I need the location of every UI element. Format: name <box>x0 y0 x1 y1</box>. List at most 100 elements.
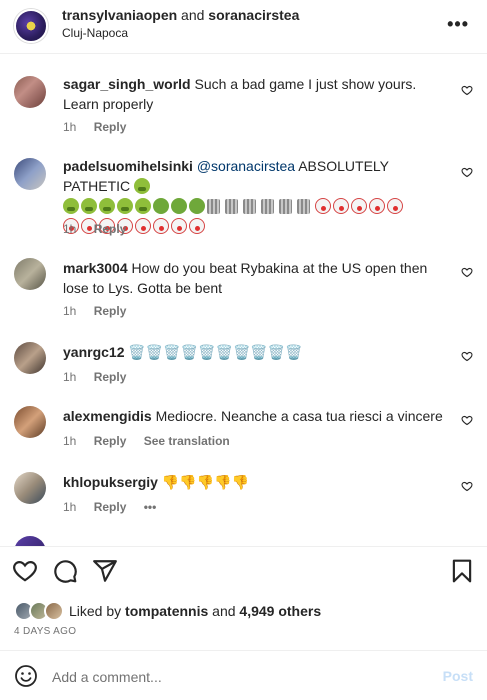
heart-icon[interactable] <box>461 266 473 278</box>
comment-time: 1h <box>63 370 77 384</box>
avatar[interactable] <box>14 406 46 438</box>
bookmark-icon[interactable] <box>449 558 475 584</box>
post-button[interactable]: Post <box>443 668 473 684</box>
avatar[interactable] <box>14 258 46 290</box>
comment-composer: Post <box>0 656 487 696</box>
reply-button[interactable]: Reply <box>94 370 127 384</box>
and-label: and <box>181 7 205 23</box>
wastebasket-icon <box>279 199 292 214</box>
location-link[interactable]: Cluj-Napoca <box>62 26 128 40</box>
comment-body: Mediocre. Neanche a casa tua riesci a vi… <box>155 408 443 424</box>
comment-input[interactable] <box>52 666 412 688</box>
author-username[interactable]: transylvaniaopen <box>62 7 177 23</box>
comment-username[interactable]: mark3004 <box>63 260 128 276</box>
comment-meta: 1h Reply See translation <box>63 434 244 448</box>
comment-body: 🗑️🗑️🗑️🗑️🗑️🗑️🗑️🗑️🗑️🗑️ <box>128 344 303 360</box>
reply-button[interactable]: Reply <box>94 434 127 448</box>
wastebasket-icon <box>207 199 220 214</box>
post-authors: transylvaniaopen and soranacirstea <box>62 7 299 23</box>
reply-button[interactable]: Reply <box>94 120 127 134</box>
comment-text: yanrgc12 🗑️🗑️🗑️🗑️🗑️🗑️🗑️🗑️🗑️🗑️ <box>63 342 443 362</box>
collaborator-username[interactable]: soranacirstea <box>208 7 299 23</box>
reply-button[interactable]: Reply <box>94 222 127 236</box>
comment-username[interactable]: padelsuomihelsinki <box>63 158 193 174</box>
avatar <box>44 601 64 621</box>
likes-summary: Liked by tompatennis and 4,949 others <box>14 600 474 622</box>
share-plane-icon[interactable] <box>92 558 118 584</box>
avatar[interactable] <box>14 158 46 190</box>
comment-bubble-icon[interactable] <box>52 558 78 584</box>
avatar[interactable] <box>14 536 46 546</box>
vomiting-face-icon <box>134 178 151 194</box>
and-label: and <box>212 603 236 619</box>
post-date[interactable]: 4 DAYS AGO <box>14 626 76 637</box>
clown-face-icon <box>189 218 205 234</box>
comment-text: sagar_singh_world Such a bad game I just… <box>63 74 443 114</box>
post-header: transylvaniaopen and soranacirstea Cluj-… <box>0 0 487 54</box>
see-translation-button[interactable]: See translation <box>144 434 230 448</box>
clown-face-icon <box>171 218 187 234</box>
comment-text: mark3004 How do you beat Rybakina at the… <box>63 258 443 298</box>
comment-meta: 1h Reply <box>63 120 140 134</box>
clown-face-icon <box>315 198 331 214</box>
comment-meta: 1h Reply <box>63 222 140 236</box>
more-horizontal-icon[interactable]: ••• <box>447 14 469 35</box>
nauseated-face-icon <box>153 198 169 214</box>
emoji-smile-icon[interactable] <box>14 664 38 688</box>
nauseated-face-icon <box>189 198 205 214</box>
comment-text: alexmengidis Mediocre. Neanche a casa tu… <box>63 406 443 426</box>
nauseated-face-icon <box>171 198 187 214</box>
comment-username[interactable]: alexmengidis <box>63 408 152 424</box>
reply-button[interactable]: Reply <box>94 304 127 318</box>
wastebasket-icon <box>297 199 310 214</box>
others-count[interactable]: 4,949 others <box>239 603 321 619</box>
vomiting-face-icon <box>117 198 133 214</box>
comment-time: 1h <box>63 304 77 318</box>
comment-mention[interactable]: @soranacirstea <box>197 158 295 174</box>
heart-icon[interactable] <box>461 414 473 426</box>
avatar[interactable] <box>14 342 46 374</box>
heart-icon[interactable] <box>461 166 473 178</box>
comment-username[interactable]: khlopuksergiy <box>63 474 158 490</box>
account-avatar[interactable] <box>14 9 48 43</box>
liker-username[interactable]: tompatennis <box>125 603 208 619</box>
comment-options-button[interactable]: ••• <box>144 500 157 514</box>
vomiting-face-icon <box>81 198 97 214</box>
wastebasket-icon <box>243 199 256 214</box>
vomiting-face-icon <box>63 198 79 214</box>
vomiting-face-icon <box>135 198 151 214</box>
clown-face-icon <box>387 198 403 214</box>
heart-icon[interactable] <box>461 350 473 362</box>
clown-face-icon <box>369 198 385 214</box>
clown-face-icon <box>153 218 169 234</box>
liked-by-label: Liked by <box>69 603 122 619</box>
comment-time: 1h <box>63 120 77 134</box>
comment-meta: 1h Reply ••• <box>63 500 170 514</box>
avatar[interactable] <box>14 76 46 108</box>
comment-meta: 1h Reply <box>63 304 140 318</box>
action-bar <box>0 556 487 590</box>
liker-avatars[interactable] <box>14 601 68 621</box>
comment-time: 1h <box>63 434 77 448</box>
reply-button[interactable]: Reply <box>94 500 127 514</box>
comment-time: 1h <box>63 500 77 514</box>
comment-username[interactable]: sagar_singh_world <box>63 76 191 92</box>
divider <box>0 650 487 651</box>
comment-text: khlopuksergiy 👎👎👎👎👎 <box>63 472 443 492</box>
wastebasket-icon <box>261 199 274 214</box>
heart-icon[interactable] <box>461 84 473 96</box>
comment-meta: 1h Reply <box>63 370 140 384</box>
comment-body: 👎👎👎👎👎 <box>161 474 249 490</box>
comment-time: 1h <box>63 222 77 236</box>
heart-icon[interactable] <box>461 480 473 492</box>
avatar[interactable] <box>14 472 46 504</box>
divider <box>0 546 487 547</box>
likes-text: Liked by tompatennis and 4,949 others <box>69 603 321 619</box>
vomiting-face-icon <box>99 198 115 214</box>
wastebasket-icon <box>225 199 238 214</box>
comment-username[interactable]: yanrgc12 <box>63 344 124 360</box>
like-heart-icon[interactable] <box>12 558 38 584</box>
clown-face-icon <box>333 198 349 214</box>
clown-face-icon <box>351 198 367 214</box>
comments-list[interactable]: sagar_singh_world Such a bad game I just… <box>0 54 487 546</box>
